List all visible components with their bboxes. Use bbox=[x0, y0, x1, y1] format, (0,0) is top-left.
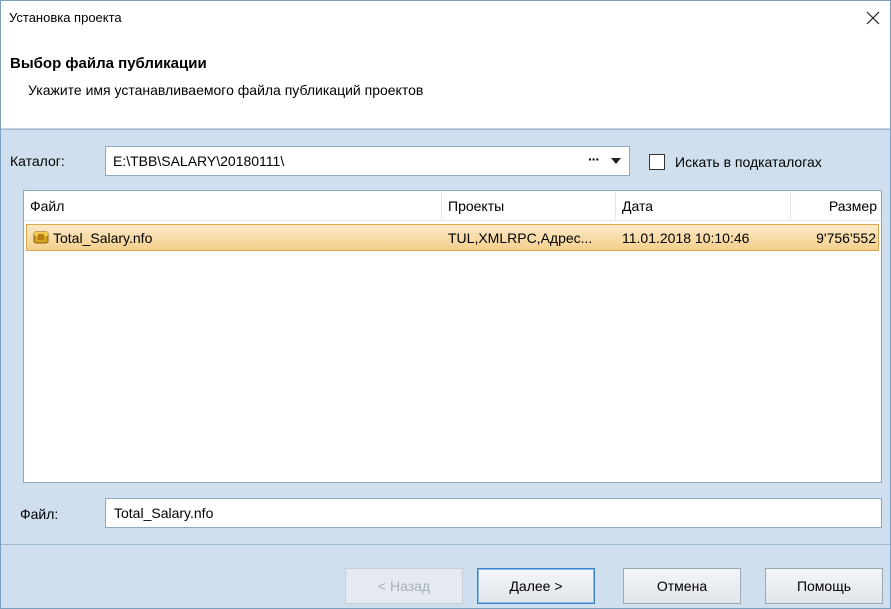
search-subdirs-checkbox[interactable]: Искать в подкаталогах bbox=[649, 151, 822, 173]
file-name-input[interactable]: Total_Salary.nfo bbox=[105, 498, 882, 528]
column-header-size[interactable]: Размер bbox=[829, 198, 877, 214]
search-subdirs-label: Искать в подкаталогах bbox=[675, 154, 822, 170]
package-file-icon bbox=[33, 231, 49, 244]
row-file-name: Total_Salary.nfo bbox=[53, 230, 153, 246]
column-header-date[interactable]: Дата bbox=[622, 198, 653, 214]
wizard-body: Каталог: E:\TBB\SALARY\20180111\ ··· Иск… bbox=[1, 129, 890, 544]
column-divider[interactable] bbox=[615, 191, 616, 221]
column-header-projects[interactable]: Проекты bbox=[448, 198, 504, 214]
wizard-footer: < Назад Далее > Отмена Помощь bbox=[1, 544, 890, 608]
close-icon bbox=[866, 11, 880, 25]
column-header-file[interactable]: Файл bbox=[30, 198, 64, 214]
cancel-button[interactable]: Отмена bbox=[623, 568, 741, 604]
catalog-combobox[interactable]: E:\TBB\SALARY\20180111\ ··· bbox=[105, 146, 630, 176]
list-header: Файл Проекты Дата Размер bbox=[24, 191, 881, 221]
close-button[interactable] bbox=[860, 5, 886, 31]
file-name-value: Total_Salary.nfo bbox=[114, 505, 214, 521]
next-button[interactable]: Далее > bbox=[477, 568, 595, 604]
catalog-label: Каталог: bbox=[10, 153, 65, 169]
help-button[interactable]: Помощь bbox=[765, 568, 883, 604]
checkbox-box[interactable] bbox=[649, 154, 665, 170]
title-bar: Установка проекта bbox=[1, 1, 890, 37]
file-label: Файл: bbox=[20, 506, 59, 522]
publication-file-list[interactable]: Файл Проекты Дата Размер Total_Salary.nf… bbox=[23, 190, 882, 483]
chevron-down-icon[interactable] bbox=[611, 158, 621, 164]
column-divider[interactable] bbox=[790, 191, 791, 221]
table-row[interactable]: Total_Salary.nfo TUL,XMLRPC,Адрес... 11.… bbox=[26, 224, 879, 251]
wizard-step-description: Укажите имя устанавливаемого файла публи… bbox=[28, 82, 424, 98]
row-date: 11.01.2018 10:10:46 bbox=[622, 230, 750, 246]
back-button[interactable]: < Назад bbox=[345, 568, 463, 604]
row-size: 9'756'552 bbox=[816, 230, 876, 246]
wizard-header: Выбор файла публикации Укажите имя устан… bbox=[1, 37, 890, 129]
column-divider[interactable] bbox=[441, 191, 442, 221]
wizard-step-title: Выбор файла публикации bbox=[10, 55, 207, 72]
install-project-dialog: Установка проекта Выбор файла публикации… bbox=[0, 0, 891, 609]
window-title: Установка проекта bbox=[9, 10, 122, 25]
browse-ellipsis-icon[interactable]: ··· bbox=[588, 151, 600, 167]
catalog-path-value: E:\TBB\SALARY\20180111\ bbox=[113, 153, 285, 169]
row-projects: TUL,XMLRPC,Адрес... bbox=[448, 230, 593, 246]
